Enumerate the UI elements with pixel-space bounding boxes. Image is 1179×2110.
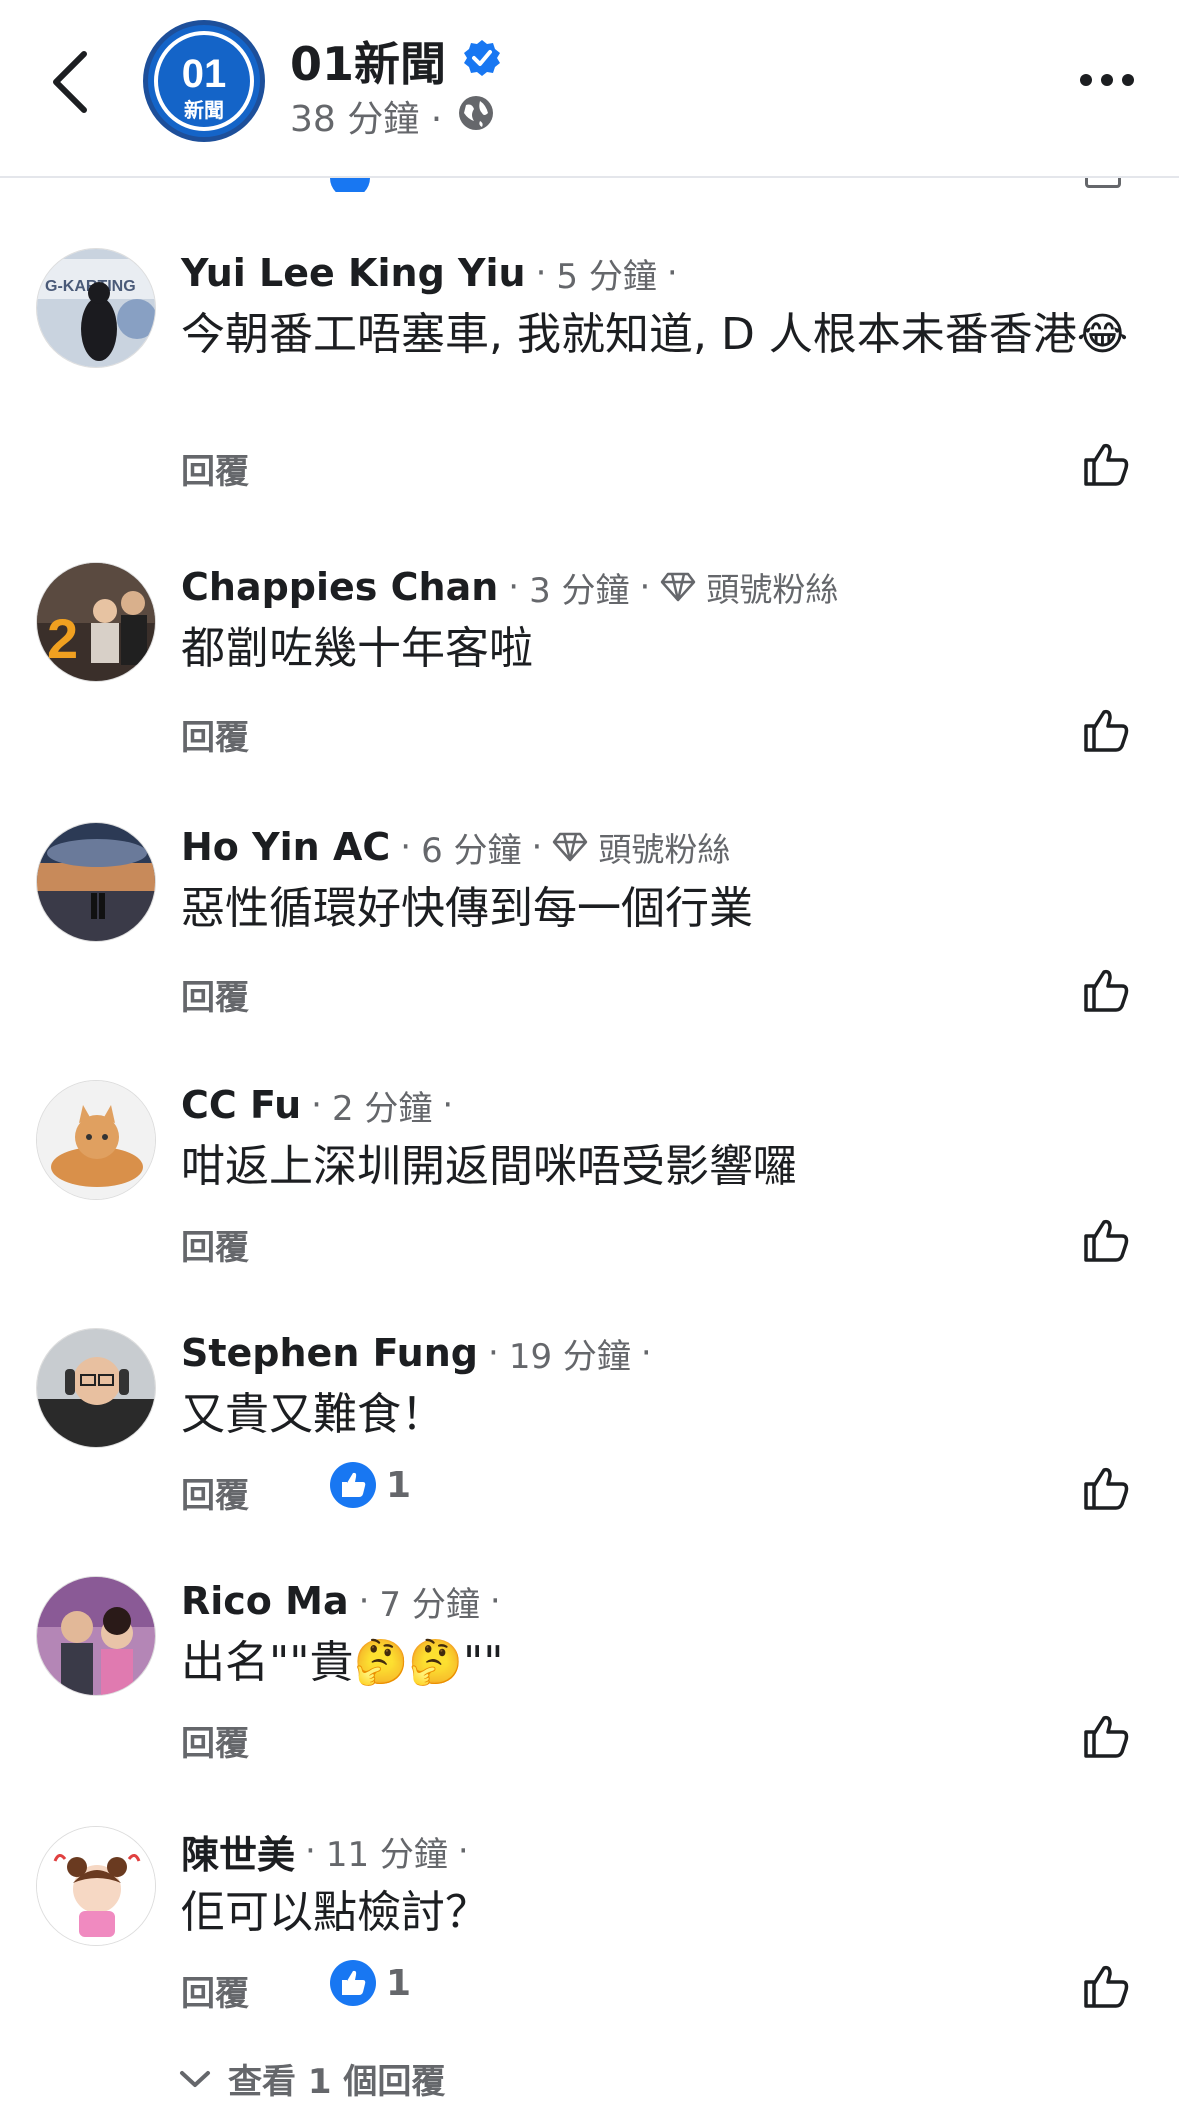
like-thumb-icon[interactable] (1082, 1464, 1130, 1512)
reply-button[interactable]: 回覆 (181, 970, 249, 1019)
comment-time: 5 分鐘 (556, 256, 657, 297)
commenter-name[interactable]: 陳世美 (181, 1824, 295, 1879)
comment-item: CC Fu · 2 分鐘 · 咁返上深圳開返間咪唔受影響囉 回覆 (0, 1080, 1179, 1330)
like-reaction-icon (330, 1960, 376, 2006)
avatar[interactable] (36, 1826, 156, 1946)
commenter-name[interactable]: Chappies Chan (181, 565, 498, 609)
view-replies-button[interactable]: 查看 1 個回覆 (178, 2054, 445, 2103)
view-replies-label: 查看 1 個回覆 (228, 2062, 446, 2102)
top-fan-badge: 頭號粉絲 (552, 823, 730, 871)
diamond-icon (661, 572, 696, 602)
commenter-name[interactable]: Ho Yin AC (181, 825, 390, 869)
reply-button[interactable]: 回覆 (181, 1716, 249, 1765)
reply-button[interactable]: 回覆 (181, 1966, 249, 2015)
comment-text: 又貴又難食！ (181, 1389, 445, 1440)
like-thumb-icon[interactable] (1082, 966, 1130, 1014)
like-reaction-icon (330, 1462, 376, 1508)
avatar[interactable]: 2 (36, 562, 156, 682)
avatar[interactable] (36, 1576, 156, 1696)
back-chevron-icon[interactable] (48, 48, 92, 116)
comment-time: 6 分鐘 (421, 830, 522, 871)
top-fan-badge: 頭號粉絲 (660, 563, 838, 611)
avatar[interactable]: G-KARTING (36, 248, 156, 368)
comment-time: 2 分鐘 (331, 1088, 433, 1129)
avatar[interactable] (36, 1328, 156, 1448)
like-reaction-icon (330, 178, 370, 192)
more-options-icon[interactable] (1078, 70, 1136, 90)
commenter-name[interactable]: Rico Ma (181, 1579, 349, 1623)
comment-item: Ho Yin AC · 6 分鐘 · 頭號粉絲 惡性循環好快傳到每一個行業 回覆 (0, 822, 1179, 1072)
diamond-icon (553, 832, 588, 862)
like-thumb-icon[interactable] (1082, 706, 1130, 754)
comment-text: 佢可以點檢討？ (181, 1887, 489, 1938)
comment-time: 19 分鐘 (508, 1336, 631, 1377)
logo-subtext: 新聞 (184, 98, 224, 122)
reaction-count[interactable]: 1 (328, 1958, 411, 2008)
reaction-count-value: 1 (386, 1962, 412, 2004)
like-thumb-icon[interactable] (1082, 1962, 1130, 2010)
comment-text: 惡性循環好快傳到每一個行業 (181, 883, 753, 934)
comment-item: 2 Chappies Chan · 3 分鐘 · 頭號粉絲 都劏咗幾十年客啦 回… (0, 562, 1179, 812)
comment-item: Rico Ma · 7 分鐘 · 出名""貴🤔🤔"" 回覆 (0, 1576, 1179, 1826)
badge-label: 頭號粉絲 (598, 830, 731, 869)
verified-badge-icon (464, 40, 500, 76)
like-thumb-icon[interactable] (1082, 440, 1130, 488)
svg-text:2: 2 (47, 607, 78, 670)
previous-comment-partial (0, 178, 1179, 192)
reply-button[interactable]: 回覆 (181, 1220, 249, 1269)
globe-icon (459, 96, 493, 130)
like-outline-icon (1085, 178, 1121, 188)
comment-item: Stephen Fung · 19 分鐘 · 又貴又難食！ 回覆 1 (0, 1328, 1179, 1578)
reply-button[interactable]: 回覆 (181, 710, 249, 759)
reaction-count-value: 1 (386, 1464, 412, 1506)
post-time: 38 分鐘 · (290, 99, 443, 140)
commenter-name[interactable]: CC Fu (181, 1083, 301, 1127)
comment-time: 11 分鐘 (325, 1834, 448, 1875)
logo-text: 01 (182, 52, 227, 96)
page-name[interactable]: 01新聞 (290, 28, 446, 94)
comment-time: 3 分鐘 (529, 570, 630, 611)
badge-label: 頭號粉絲 (706, 570, 839, 609)
post-header: 01 新聞 01新聞 38 分鐘 · (0, 0, 1179, 178)
reply-button[interactable]: 回覆 (181, 1468, 249, 1517)
commenter-name[interactable]: Stephen Fung (181, 1331, 478, 1375)
like-thumb-icon[interactable] (1082, 1712, 1130, 1760)
avatar[interactable] (36, 822, 156, 942)
comment-text: 今朝番工唔塞車, 我就知道, D 人根本未番香港😂 (181, 309, 1129, 360)
comment-item: G-KARTING Yui Lee King Yiu · 5 分鐘 · 今朝番工… (0, 248, 1179, 498)
comment-item: 陳世美 · 11 分鐘 · 佢可以點檢討？ 回覆 1 (0, 1826, 1179, 2076)
chevron-down-icon (180, 2070, 210, 2087)
page-logo[interactable]: 01 新聞 (143, 20, 265, 142)
avatar[interactable] (36, 1080, 156, 1200)
comment-text: 出名""貴🤔🤔"" (181, 1637, 504, 1688)
comment-text: 咁返上深圳開返間咪唔受影響囉 (181, 1141, 797, 1192)
reaction-count[interactable]: 1 (328, 1460, 411, 1510)
like-thumb-icon[interactable] (1082, 1216, 1130, 1264)
comment-time: 7 分鐘 (379, 1584, 480, 1625)
reply-button[interactable]: 回覆 (181, 444, 249, 493)
comment-text: 都劏咗幾十年客啦 (181, 623, 533, 674)
commenter-name[interactable]: Yui Lee King Yiu (181, 251, 526, 295)
